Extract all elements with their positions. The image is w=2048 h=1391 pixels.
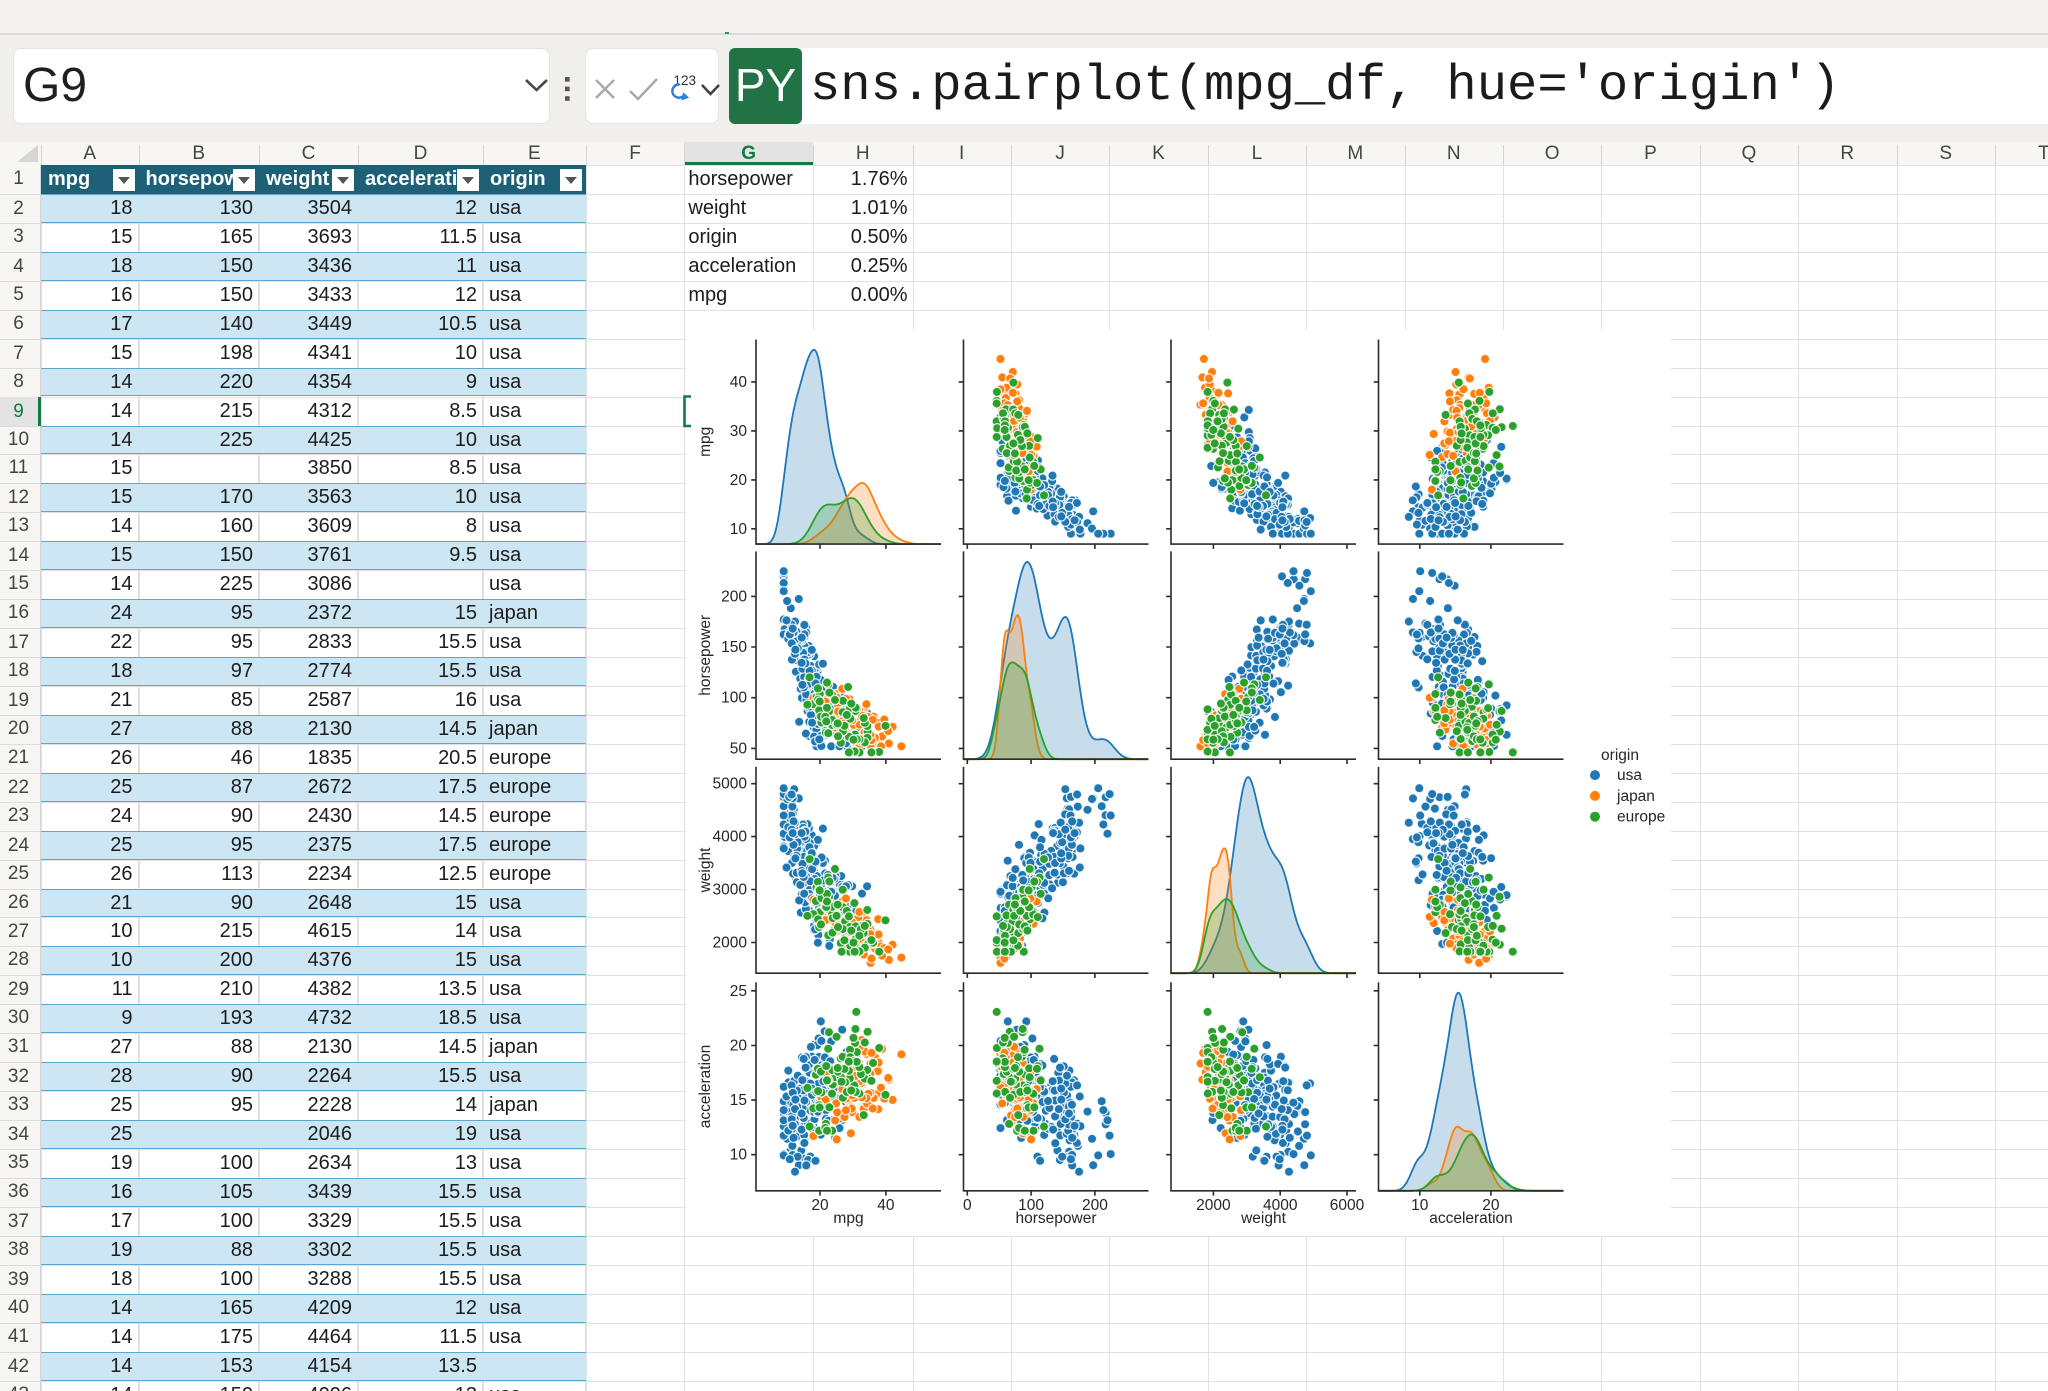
svg-text:25: 25 <box>730 983 747 1000</box>
svg-text:200: 200 <box>721 588 747 605</box>
svg-text:japan: japan <box>1616 788 1655 805</box>
svg-text:5000: 5000 <box>713 776 748 793</box>
svg-text:usa: usa <box>1617 767 1642 784</box>
svg-text:weight: weight <box>1240 1210 1286 1227</box>
svg-text:weight: weight <box>697 847 714 893</box>
svg-text:15: 15 <box>730 1092 747 1109</box>
svg-text:4000: 4000 <box>713 829 748 846</box>
svg-text:40: 40 <box>730 374 748 391</box>
svg-text:horsepower: horsepower <box>1016 1210 1097 1227</box>
svg-text:50: 50 <box>730 740 748 757</box>
svg-text:mpg: mpg <box>697 427 714 457</box>
svg-text:horsepower: horsepower <box>697 615 714 696</box>
svg-text:2000: 2000 <box>713 935 748 952</box>
svg-text:2000: 2000 <box>1196 1197 1231 1214</box>
svg-text:europe: europe <box>1617 809 1665 826</box>
svg-text:acceleration: acceleration <box>697 1045 714 1129</box>
svg-text:40: 40 <box>877 1197 895 1214</box>
svg-text:20: 20 <box>730 472 748 489</box>
svg-text:mpg: mpg <box>833 1210 863 1227</box>
svg-text:0: 0 <box>963 1197 972 1214</box>
svg-text:20: 20 <box>730 1038 748 1055</box>
svg-text:20: 20 <box>811 1197 829 1214</box>
svg-text:150: 150 <box>721 639 747 656</box>
svg-text:3000: 3000 <box>713 882 748 899</box>
svg-text:10: 10 <box>730 521 748 538</box>
svg-text:origin: origin <box>1601 747 1639 764</box>
svg-text:10: 10 <box>1411 1197 1429 1214</box>
svg-text:6000: 6000 <box>1330 1197 1365 1214</box>
svg-text:100: 100 <box>721 690 747 707</box>
svg-text:10: 10 <box>730 1147 748 1164</box>
svg-text:acceleration: acceleration <box>1429 1210 1513 1227</box>
svg-text:30: 30 <box>730 423 748 440</box>
